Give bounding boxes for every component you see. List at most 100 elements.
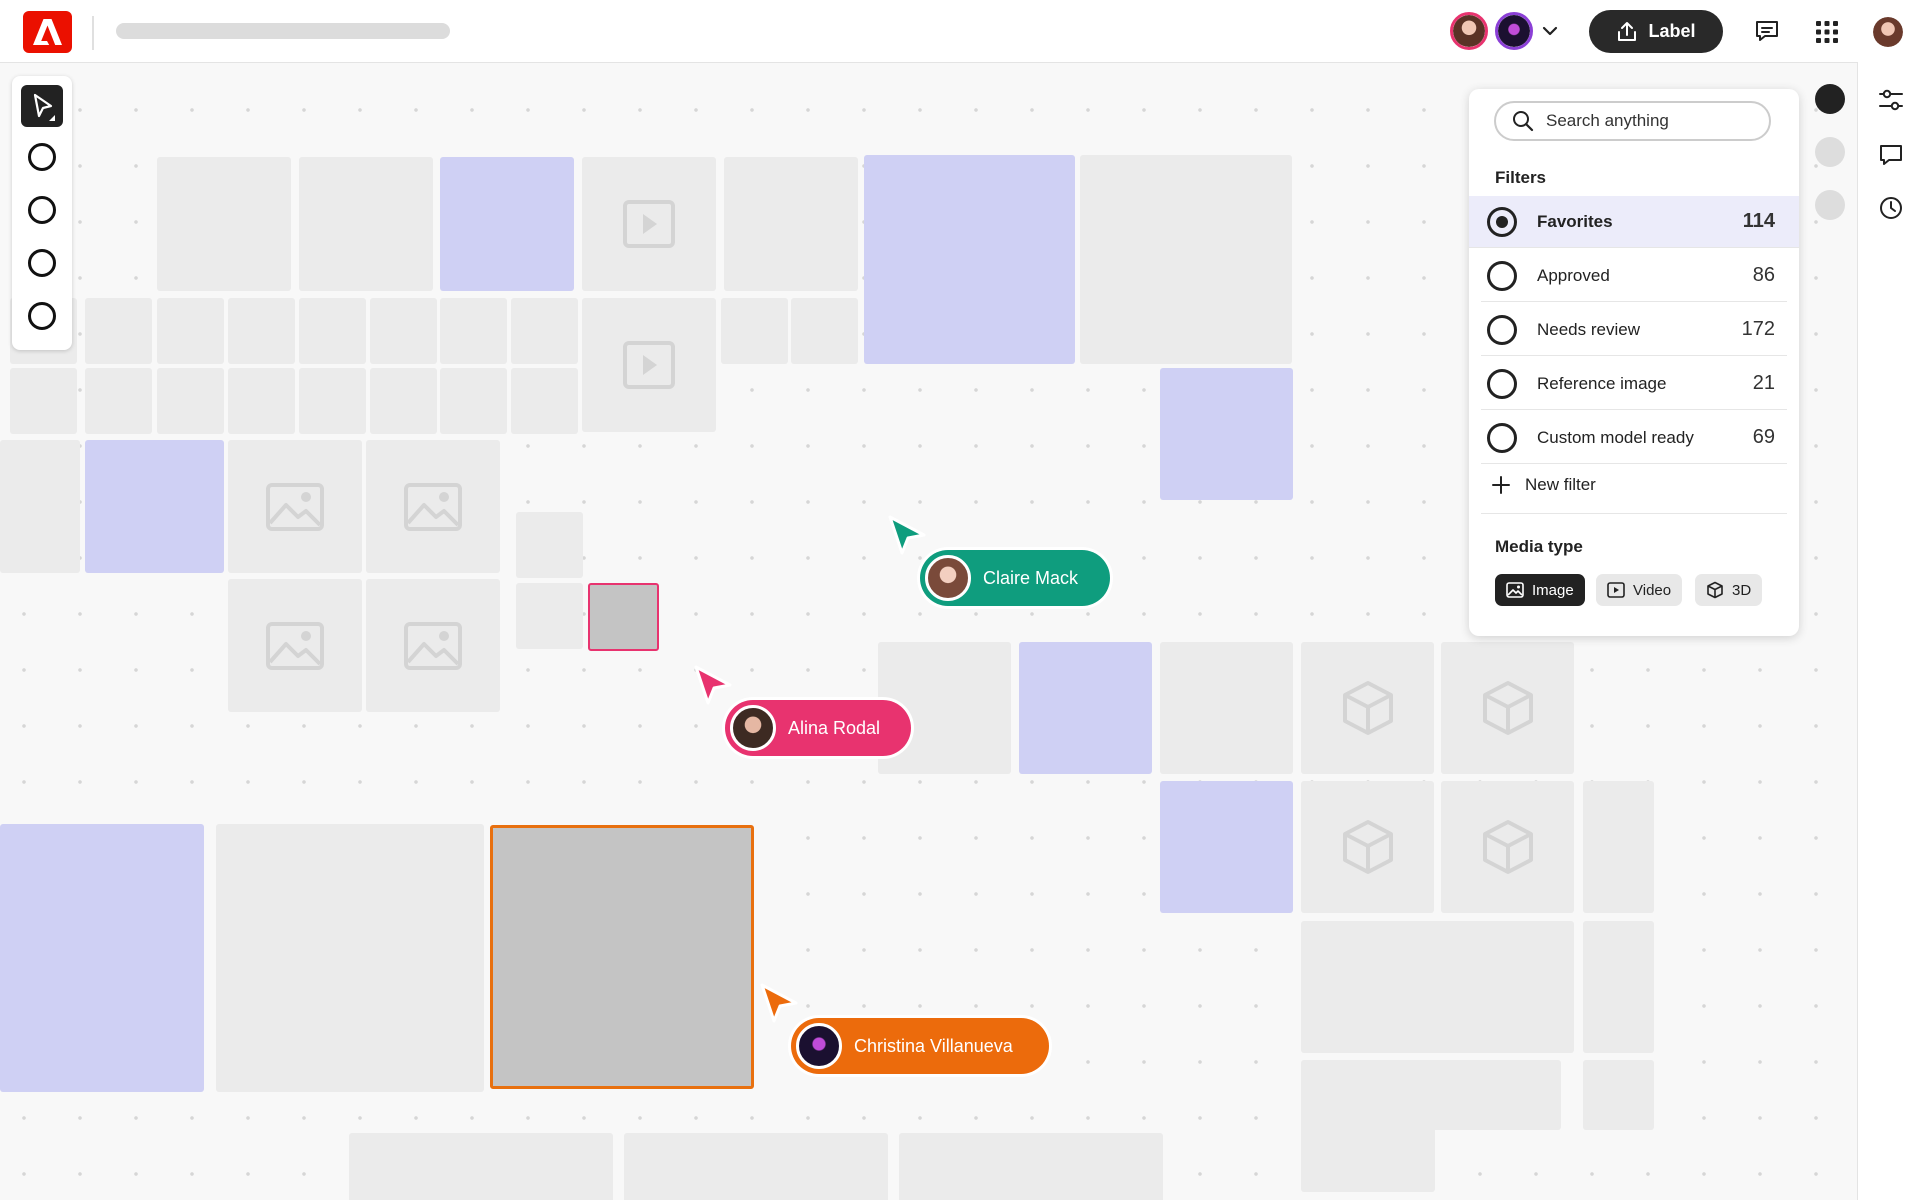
filter-custom-model-ready[interactable]: Custom model ready 69 [1481, 412, 1787, 464]
image-asset-tile[interactable] [228, 440, 362, 573]
cursor-arrow-icon [694, 665, 732, 705]
asset-tile[interactable] [440, 298, 507, 364]
upload-icon [1618, 21, 1637, 41]
asset-tile[interactable] [724, 157, 858, 291]
asset-tile[interactable] [228, 368, 295, 434]
asset-tile[interactable] [228, 298, 295, 364]
label-button[interactable]: Label [1589, 10, 1723, 53]
asset-tile[interactable] [864, 155, 1075, 364]
asset-tile[interactable] [0, 824, 204, 1092]
asset-tile[interactable] [516, 512, 583, 578]
asset-tile[interactable] [1080, 155, 1292, 364]
filter-reference-image[interactable]: Reference image 21 [1481, 358, 1787, 410]
image-asset-tile[interactable] [366, 579, 500, 712]
filter-needs-review[interactable]: Needs review 172 [1481, 304, 1787, 356]
collaborator-name: Alina Rodal [788, 717, 881, 738]
video-asset-tile[interactable] [582, 298, 716, 432]
adobe-logo-icon[interactable] [23, 11, 72, 53]
cube-icon [1707, 581, 1723, 599]
asset-tile[interactable] [349, 1133, 613, 1200]
search-box[interactable] [1494, 101, 1771, 141]
collaborator-name: Claire Mack [983, 567, 1079, 588]
filter-label: Reference image [1537, 373, 1667, 393]
media-type-3d-chip[interactable]: 3D [1695, 574, 1763, 606]
selected-asset-tile[interactable] [588, 583, 659, 651]
media-type-image-chip[interactable]: Image [1495, 574, 1585, 606]
media-type-heading: Media type [1495, 537, 1583, 556]
asset-tile[interactable] [511, 368, 578, 434]
asset-tile[interactable] [216, 824, 484, 1092]
status-dot[interactable] [1815, 137, 1845, 167]
media-type-video-chip[interactable]: Video [1596, 574, 1683, 606]
asset-tile[interactable] [1583, 781, 1654, 913]
user-avatar[interactable] [1873, 17, 1903, 47]
status-dot[interactable] [1815, 84, 1845, 114]
3d-asset-tile[interactable] [1441, 642, 1574, 774]
app-grid-icon[interactable] [1815, 20, 1839, 44]
history-icon[interactable] [1878, 195, 1904, 221]
asset-tile[interactable] [791, 298, 858, 364]
new-filter-button[interactable]: New filter [1491, 475, 1596, 495]
asset-tile[interactable] [721, 298, 788, 364]
asset-tile[interactable] [10, 368, 77, 434]
comment-icon[interactable] [1878, 142, 1904, 168]
asset-tile[interactable] [370, 298, 437, 364]
asset-tile[interactable] [157, 157, 291, 291]
asset-tile[interactable] [440, 368, 507, 434]
filter-count: 114 [1742, 210, 1775, 232]
comment-icon[interactable] [1754, 18, 1780, 44]
asset-tile[interactable] [440, 157, 574, 291]
3d-asset-tile[interactable] [1441, 781, 1574, 913]
image-asset-tile[interactable] [366, 440, 500, 573]
asset-tile[interactable] [157, 368, 224, 434]
asset-tile[interactable] [1427, 1060, 1561, 1130]
status-dot[interactable] [1815, 190, 1845, 220]
tool-button[interactable] [28, 143, 56, 171]
filter-settings-icon[interactable] [1878, 88, 1904, 112]
document-title-placeholder[interactable] [116, 23, 450, 39]
collaborator-avatar[interactable] [1495, 12, 1533, 50]
collaborator-avatar [796, 1023, 842, 1069]
filter-count: 69 [1752, 426, 1775, 448]
asset-tile[interactable] [299, 157, 433, 291]
asset-tile[interactable] [299, 298, 366, 364]
asset-tile[interactable] [899, 1133, 1163, 1200]
selected-asset-tile[interactable] [490, 825, 754, 1089]
asset-tile[interactable] [85, 440, 224, 573]
select-tool-button[interactable] [21, 85, 63, 127]
asset-tile[interactable] [1301, 1060, 1435, 1192]
video-icon [1607, 582, 1625, 598]
asset-tile[interactable] [299, 368, 366, 434]
asset-tile[interactable] [1019, 642, 1152, 774]
collaborator-avatar[interactable] [1450, 12, 1488, 50]
asset-tile[interactable] [85, 298, 152, 364]
asset-tile[interactable] [1160, 642, 1293, 774]
video-asset-tile[interactable] [582, 157, 716, 291]
collaborator-name: Christina Villanueva [854, 1035, 1013, 1056]
asset-tile[interactable] [1160, 781, 1293, 913]
radio-icon [1487, 368, 1517, 399]
asset-tile[interactable] [624, 1133, 888, 1200]
asset-tile[interactable] [370, 368, 437, 434]
tool-button[interactable] [28, 196, 56, 224]
3d-asset-tile[interactable] [1301, 781, 1434, 913]
image-asset-tile[interactable] [228, 579, 362, 712]
asset-tile[interactable] [157, 298, 224, 364]
radio-icon [1487, 314, 1517, 345]
asset-tile[interactable] [511, 298, 578, 364]
asset-tile[interactable] [1583, 1060, 1654, 1130]
asset-tile[interactable] [1583, 921, 1654, 1053]
asset-tile[interactable] [0, 440, 80, 573]
asset-tile[interactable] [85, 368, 152, 434]
3d-asset-tile[interactable] [1301, 642, 1434, 774]
tool-button[interactable] [28, 249, 56, 277]
divider [92, 16, 94, 50]
search-input[interactable] [1544, 110, 1758, 132]
asset-tile[interactable] [516, 583, 583, 649]
asset-tile[interactable] [1301, 921, 1574, 1053]
filter-approved[interactable]: Approved 86 [1481, 250, 1787, 302]
chevron-down-icon[interactable] [1541, 22, 1559, 40]
tool-button[interactable] [28, 302, 56, 330]
filter-favorites[interactable]: Favorites 114 [1469, 196, 1799, 248]
asset-tile[interactable] [1160, 368, 1293, 500]
